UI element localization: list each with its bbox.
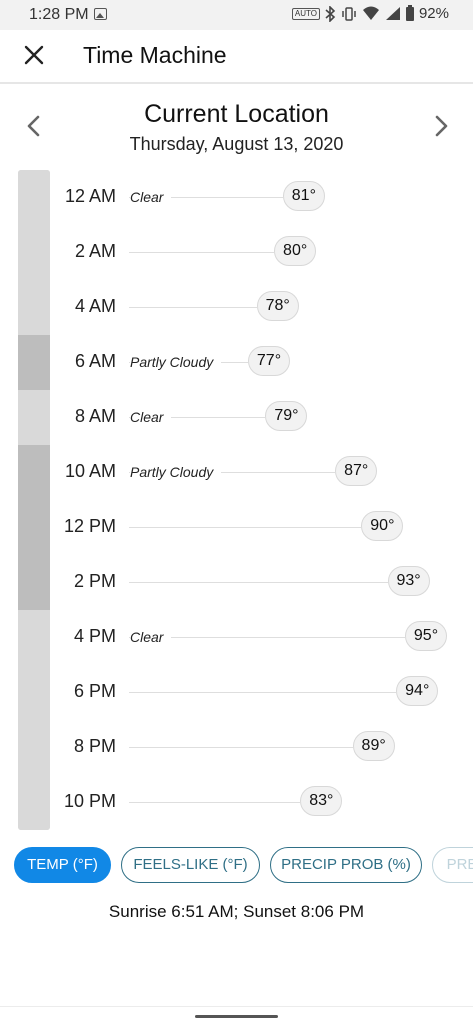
condition-label: Clear (130, 189, 172, 205)
temperature-pill[interactable]: 83° (300, 786, 343, 816)
metric-chip[interactable]: TEMP (°F) (14, 847, 111, 883)
temperature-pill[interactable]: 89° (352, 731, 395, 761)
temperature-track (129, 527, 362, 528)
temperature-pill[interactable]: 87° (335, 456, 378, 486)
metric-chip[interactable]: PRE (432, 847, 473, 883)
bluetooth-icon (325, 5, 336, 22)
condition-label: Partly Cloudy (130, 354, 222, 370)
hour-row: 12 AM Clear 81° (0, 170, 473, 225)
app-header: Time Machine (0, 30, 473, 84)
hour-label: 8 PM (73, 736, 116, 756)
metric-chip[interactable]: FEELS-LIKE (°F) (121, 847, 260, 883)
hour-row: 10 AM Partly Cloudy 87° (0, 445, 473, 500)
temperature-track (129, 252, 275, 253)
gallery-notification-icon (94, 8, 107, 20)
condition-label: Clear (130, 409, 172, 425)
home-gesture-handle[interactable] (195, 1015, 278, 1018)
hour-label: 10 PM (63, 791, 116, 811)
location-title: Current Location (144, 100, 329, 128)
temperature-pill[interactable]: 79° (265, 401, 308, 431)
hour-row: 12 PM 90° (0, 500, 473, 555)
auto-brightness-icon: AUTO (291, 7, 320, 20)
hour-label: 2 AM (74, 241, 116, 261)
system-navigation-bar (0, 1006, 473, 1025)
hour-label: 10 AM (64, 461, 116, 481)
hour-label: 4 AM (74, 296, 116, 316)
close-icon[interactable] (22, 43, 46, 67)
temperature-pill[interactable]: 90° (361, 511, 404, 541)
sunrise-sunset-text: Sunrise 6:51 AM; Sunset 8:06 PM (108, 902, 365, 921)
next-day-chevron-icon[interactable] (427, 112, 455, 140)
temperature-track (129, 307, 257, 308)
temperature-track (129, 747, 353, 748)
temperature-pill[interactable]: 80° (274, 236, 317, 266)
condition-label: Clear (130, 629, 172, 645)
hour-row: 6 AM Partly Cloudy 77° (0, 335, 473, 390)
hour-label: 12 AM (64, 186, 116, 206)
page-title: Time Machine (83, 42, 227, 68)
battery-percent: 92% (418, 5, 449, 22)
hour-row: 8 AM Clear 79° (0, 390, 473, 445)
hour-label: 6 AM (74, 351, 116, 371)
hour-row: 4 AM 78° (0, 280, 473, 335)
hour-row: 2 AM 80° (0, 225, 473, 280)
metric-chip-row: TEMP (°F) FEELS-LIKE (°F) PRECIP PROB (%) P… (14, 847, 473, 885)
temperature-track (129, 692, 397, 693)
hour-row: 6 PM 94° (0, 665, 473, 720)
temperature-pill[interactable]: 94° (396, 676, 439, 706)
temperature-pill[interactable]: 81° (282, 181, 325, 211)
temperature-pill[interactable]: 95° (405, 621, 447, 651)
temperature-pill[interactable]: 78° (256, 291, 299, 321)
condition-label: Partly Cloudy (130, 464, 222, 480)
hour-label: 12 PM (63, 516, 116, 536)
hour-label: 6 PM (73, 681, 116, 701)
hour-row: 4 PM Clear 95° (0, 610, 473, 665)
status-icons: AUTO 92% (291, 4, 449, 22)
temperature-track (129, 802, 301, 803)
hour-row: 10 PM 83° (0, 775, 473, 830)
location-date: Thursday, August 13, 2020 (129, 134, 344, 154)
status-time: 1:28 PM (29, 6, 89, 23)
temperature-pill[interactable]: 77° (248, 346, 290, 376)
hour-row: 2 PM 93° (0, 555, 473, 610)
hour-label: 8 AM (74, 406, 116, 426)
vibrate-icon (342, 6, 356, 21)
temperature-pill[interactable]: 93° (387, 566, 430, 596)
hour-label: 2 PM (73, 571, 116, 591)
wifi-icon (362, 6, 379, 20)
signal-icon (385, 7, 400, 20)
battery-icon (405, 4, 414, 21)
metric-chip[interactable]: PRECIP PROB (%) (270, 847, 422, 883)
hour-row: 8 PM 89° (0, 720, 473, 775)
hour-label: 4 PM (73, 626, 116, 646)
temperature-track (129, 582, 388, 583)
status-bar: 1:28 PM AUTO 92% (0, 0, 473, 30)
